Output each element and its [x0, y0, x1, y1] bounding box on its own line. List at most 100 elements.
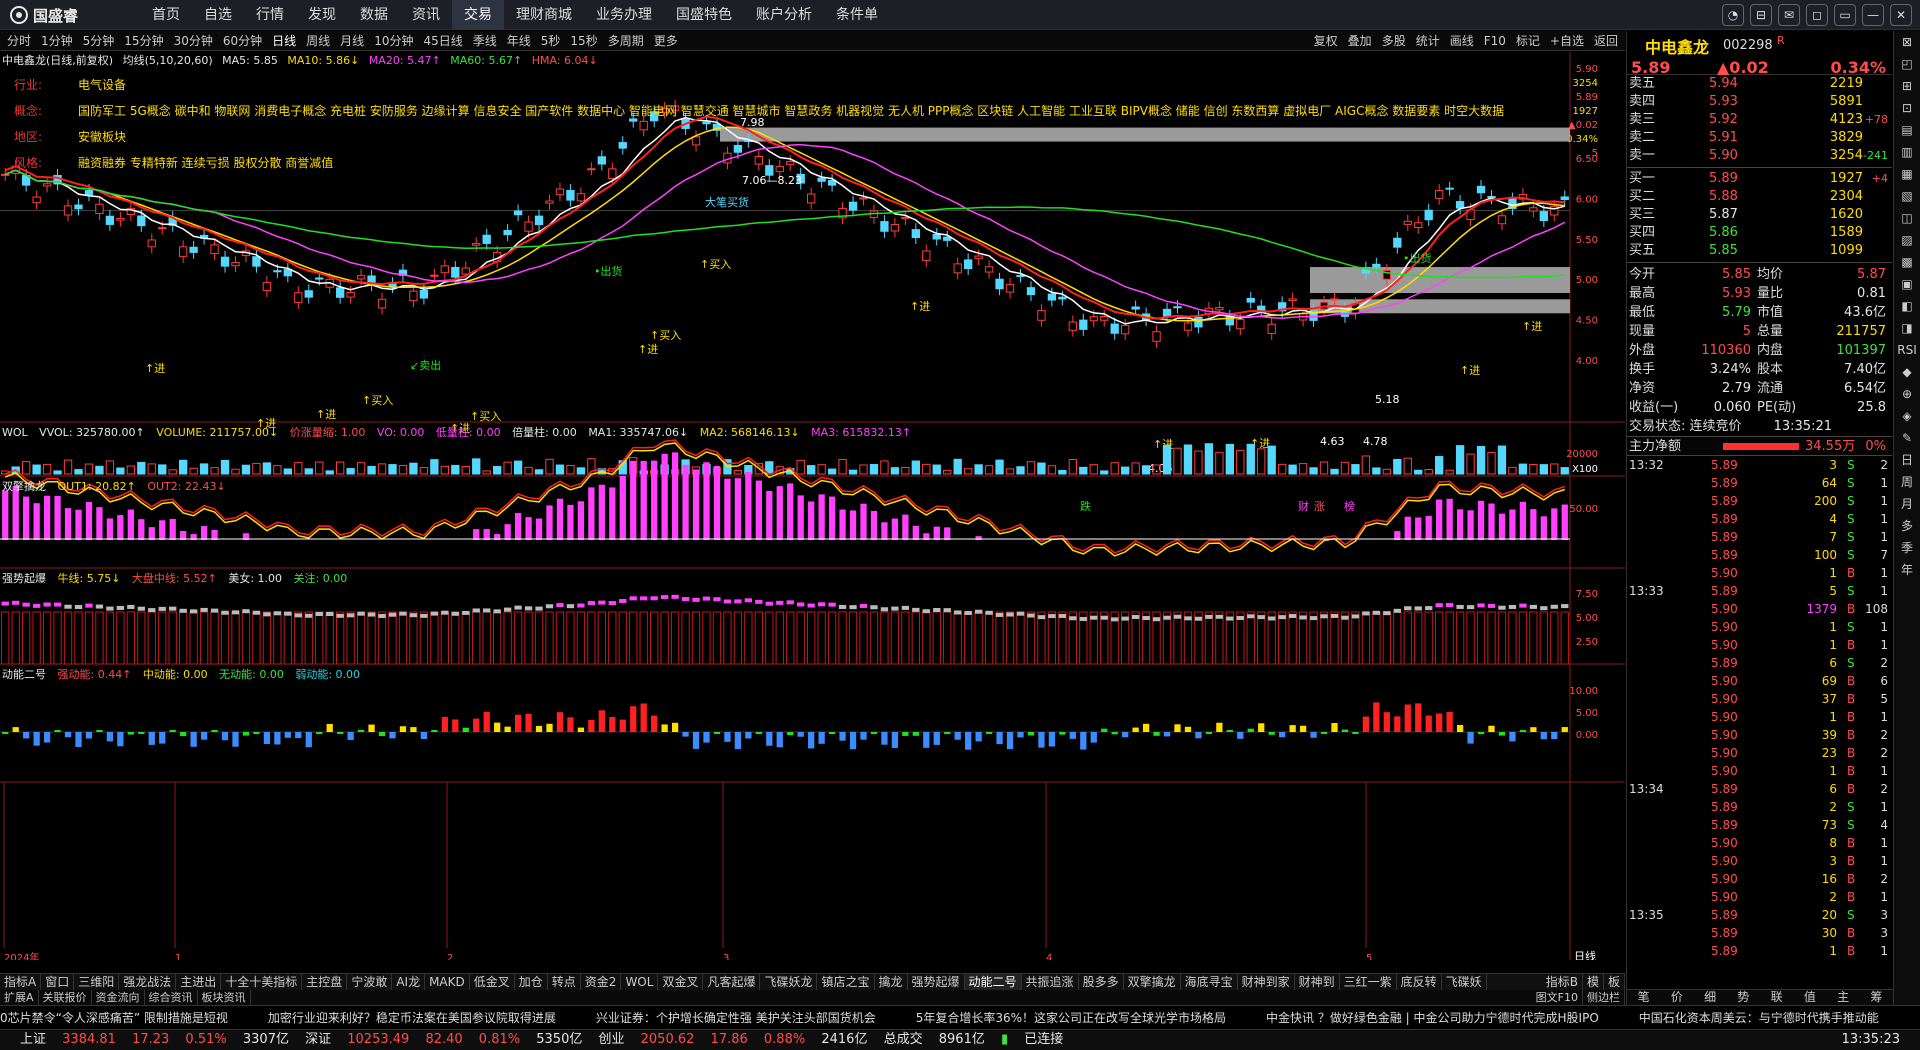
period-tab[interactable]: 10分钟: [369, 31, 418, 51]
indicator-tab[interactable]: 强势起爆: [908, 974, 965, 990]
period-tab[interactable]: 5分钟: [78, 31, 120, 51]
indicator-tab[interactable]: 低金叉: [470, 974, 515, 990]
vol-title[interactable]: WOL: [2, 426, 28, 439]
side-tool-icon[interactable]: ◆: [1894, 361, 1920, 383]
indicator-right-tab[interactable]: 指标B: [1542, 974, 1583, 990]
chart-tool-button[interactable]: 返回: [1589, 31, 1623, 51]
indicator-tab[interactable]: 双金叉: [658, 974, 704, 990]
quote-tab[interactable]: 价: [1660, 990, 1693, 1005]
indicator-tab[interactable]: MAKD: [425, 974, 470, 990]
quote-tab[interactable]: 筹: [1860, 990, 1893, 1005]
news-item[interactable]: 0芯片禁令“令人深感痛苦” 限制措施是短视: [0, 1006, 228, 1029]
sub-tab[interactable]: 扩展A: [0, 990, 39, 1005]
p5-title[interactable]: 动能二号: [2, 668, 46, 681]
main-net-label[interactable]: 主力净额: [1629, 437, 1681, 457]
chart-tool-button[interactable]: 画线: [1445, 31, 1479, 51]
sz-label[interactable]: 深证: [305, 1030, 331, 1050]
window-control-icon[interactable]: —: [1862, 4, 1884, 26]
indicator-tab[interactable]: 强龙战法: [119, 974, 177, 990]
stock-name[interactable]: 中电鑫龙: [1645, 34, 1709, 58]
period-tab[interactable]: 30分钟: [169, 31, 218, 51]
side-tool-icon[interactable]: ✎: [1894, 427, 1920, 449]
indicator-tab[interactable]: 擒龙: [875, 974, 908, 990]
side-tool-icon[interactable]: ⊞: [1894, 75, 1920, 97]
indicator-tab[interactable]: 双擎擒龙: [1124, 974, 1181, 990]
p4-title[interactable]: 强势起爆: [2, 572, 46, 585]
period-tab[interactable]: 季线: [468, 31, 502, 51]
nav-item[interactable]: 发现: [296, 0, 348, 30]
indicator-tab[interactable]: 加仓: [515, 974, 548, 990]
sub-right-tab[interactable]: 图文F10: [1532, 990, 1583, 1005]
sub-tab[interactable]: 资金流向: [92, 990, 145, 1005]
side-tool-icon[interactable]: ◧: [1894, 295, 1920, 317]
kline-chart[interactable]: 6.506.005.505.004.504.005.9032545.891927…: [0, 52, 1625, 960]
nav-item[interactable]: 业务办理: [584, 0, 664, 30]
nav-item[interactable]: 条件单: [824, 0, 890, 30]
indicator-tab[interactable]: 股多多: [1079, 974, 1124, 990]
chart-tool-button[interactable]: 多股: [1377, 31, 1411, 51]
period-tab[interactable]: 年线: [502, 31, 536, 51]
p3-title[interactable]: 双擎擒龙: [2, 480, 46, 493]
indicator-tab[interactable]: 十全十美指标: [221, 974, 303, 990]
period-tab[interactable]: 多周期: [603, 31, 649, 51]
window-control-icon[interactable]: ◻: [1806, 4, 1828, 26]
window-control-icon[interactable]: ◔: [1722, 4, 1744, 26]
ma-label[interactable]: 均线(5,10,20,60): [123, 54, 213, 67]
chart-tool-button[interactable]: 统计: [1411, 31, 1445, 51]
indicator-tab[interactable]: 底反转: [1397, 974, 1442, 990]
news-item[interactable]: 中国石化资本周美云：与宁德时代携手推动能: [1639, 1006, 1879, 1029]
indicator-tab[interactable]: 飞碟妖: [1442, 974, 1487, 990]
window-control-icon[interactable]: ✉: [1778, 4, 1800, 26]
side-tool-icon[interactable]: ⊡: [1894, 97, 1920, 119]
indicator-right-tab[interactable]: 板: [1604, 974, 1625, 990]
quote-tab[interactable]: 主: [1827, 990, 1860, 1005]
side-tool-icon[interactable]: ▣: [1894, 273, 1920, 295]
nav-item[interactable]: 资讯: [400, 0, 452, 30]
chart-tool-button[interactable]: +自选: [1545, 31, 1589, 51]
chart-tool-button[interactable]: F10: [1479, 31, 1511, 51]
news-item[interactable]: 5年复合增长率36%！这家公司正在改写全球光学市场格局: [916, 1006, 1226, 1029]
period-tab[interactable]: 60分钟: [218, 31, 267, 51]
side-tool-icon[interactable]: RSI: [1894, 339, 1920, 361]
nav-item[interactable]: 自选: [192, 0, 244, 30]
cy-label[interactable]: 创业: [598, 1030, 624, 1050]
indicator-tab[interactable]: 指标A: [0, 974, 42, 990]
indicator-tab[interactable]: 动能二号: [964, 974, 1022, 990]
nav-item[interactable]: 数据: [348, 0, 400, 30]
indicator-tab[interactable]: 财神到: [1295, 974, 1340, 990]
indicator-tab[interactable]: AI龙: [392, 974, 426, 990]
side-tool-icon[interactable]: ⊠: [1894, 31, 1920, 53]
side-tool-icon[interactable]: 季: [1894, 537, 1920, 559]
chart-area[interactable]: 6.50 6.00 5.50 5.00 4.50 4.00 5.90 3254 5.89 1927…: [0, 52, 1625, 960]
side-tool-icon[interactable]: 年: [1894, 559, 1920, 581]
side-tool-icon[interactable]: 日: [1894, 449, 1920, 471]
side-tool-icon[interactable]: ▥: [1894, 141, 1920, 163]
period-tab[interactable]: 15秒: [565, 31, 602, 51]
quote-tab[interactable]: 细: [1694, 990, 1727, 1005]
quote-tab[interactable]: 联: [1760, 990, 1793, 1005]
window-control-icon[interactable]: ✕: [1890, 4, 1912, 26]
side-tool-icon[interactable]: ▤: [1894, 119, 1920, 141]
side-tool-icon[interactable]: ▧: [1894, 185, 1920, 207]
nav-item[interactable]: 国盛特色: [664, 0, 744, 30]
side-tool-icon[interactable]: 月: [1894, 493, 1920, 515]
nav-item[interactable]: 行情: [244, 0, 296, 30]
side-tool-icon[interactable]: 多: [1894, 515, 1920, 537]
news-item[interactable]: 兴业证券：个护增长确定性强 美护关注头部国货机会: [596, 1006, 876, 1029]
side-tool-icon[interactable]: ◰: [1894, 53, 1920, 75]
period-tab[interactable]: 45日线: [418, 31, 467, 51]
sub-tab[interactable]: 板块资讯: [198, 990, 251, 1005]
indicator-tab[interactable]: 三红一紫: [1340, 974, 1397, 990]
sub-tab[interactable]: 综合资讯: [145, 990, 198, 1005]
nav-item[interactable]: 理财商城: [504, 0, 584, 30]
period-tab[interactable]: 分时: [2, 31, 36, 51]
indicator-tab[interactable]: 财神到家: [1238, 974, 1295, 990]
nav-item[interactable]: 交易: [452, 0, 504, 30]
indicator-tab[interactable]: 窗口: [41, 974, 75, 990]
indicator-tab[interactable]: 三维阳: [74, 974, 120, 990]
period-tab[interactable]: 1分钟: [36, 31, 78, 51]
window-control-icon[interactable]: ▭: [1834, 4, 1856, 26]
window-control-icon[interactable]: ⊟: [1750, 4, 1772, 26]
nav-item[interactable]: 首页: [140, 0, 192, 30]
indicator-tab[interactable]: WOL: [621, 974, 659, 990]
